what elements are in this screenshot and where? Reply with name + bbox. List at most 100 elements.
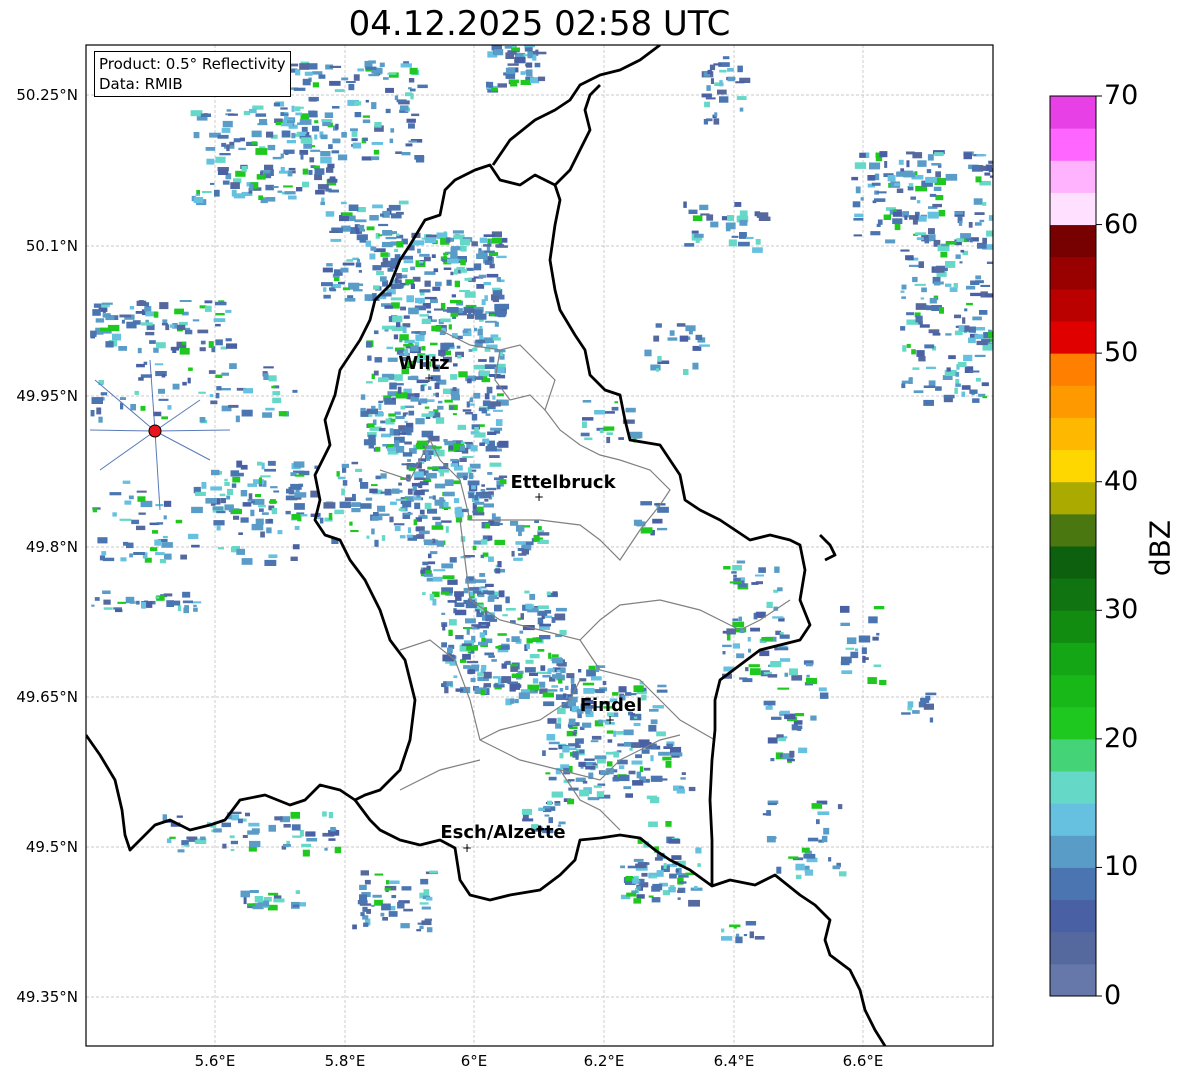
colorbar-bin [1050, 160, 1096, 193]
echo-cell [300, 137, 313, 144]
echo-cell [138, 512, 146, 515]
echo-cell [685, 325, 696, 332]
echo-cell [381, 325, 394, 330]
echo-cell [474, 327, 477, 332]
echo-cell [461, 643, 472, 647]
echo-cell [399, 535, 406, 539]
echo-cell [325, 211, 335, 217]
echo-cell [671, 855, 682, 860]
echo-cell [484, 523, 491, 529]
echo-cell [153, 347, 159, 353]
echo-cell [394, 440, 400, 448]
echo-cell [328, 838, 336, 841]
colorbar-tick-label: 60 [1104, 208, 1139, 240]
echo-cell [452, 413, 457, 416]
echo-cell [688, 786, 696, 792]
echo-cell [633, 898, 642, 904]
echo-cell [555, 723, 562, 729]
echo-cell [819, 692, 829, 699]
echo-cell [904, 172, 915, 178]
echo-cell [453, 675, 458, 679]
echo-cell [606, 432, 614, 435]
echo-cell [117, 601, 127, 604]
echo-cell [984, 293, 993, 298]
echo-cell [921, 287, 927, 293]
echo-cell [510, 665, 518, 672]
echo-cell [652, 705, 664, 709]
echo-cell [466, 660, 479, 664]
echo-cell [568, 718, 576, 725]
echo-cell [379, 427, 386, 432]
echo-cell [158, 398, 169, 401]
echo-cell [492, 287, 501, 291]
echo-cell [318, 74, 326, 79]
echo-cell [486, 487, 497, 491]
echo-cell [310, 149, 321, 152]
echo-cell [447, 647, 453, 654]
echo-cell [119, 314, 132, 318]
colorbar-bin [1050, 899, 1096, 933]
echo-cell [294, 503, 305, 510]
echo-cell [201, 482, 207, 489]
echo-cell [483, 590, 491, 595]
echo-cell [927, 154, 934, 161]
echo-cell [920, 697, 930, 703]
echo-cell [865, 152, 870, 158]
echo-cell [217, 169, 229, 175]
echo-cell [124, 500, 132, 505]
echo-cell [497, 561, 502, 568]
echo-cell [294, 525, 300, 530]
echo-cell [519, 630, 524, 634]
echo-cell [415, 489, 425, 496]
echo-cell [247, 904, 256, 907]
echo-cell [566, 673, 575, 679]
echo-cell [421, 920, 432, 926]
echo-cell [161, 542, 173, 548]
echo-cell [931, 163, 941, 166]
echo-cell [226, 109, 232, 112]
echo-cell [216, 510, 226, 514]
echo-cell [544, 610, 552, 614]
echo-cell [706, 85, 711, 91]
echo-cell [384, 888, 391, 891]
echo-cell [868, 616, 878, 624]
product-info-box: Product: 0.5° Reflectivity Data: RMIB [94, 51, 291, 97]
echo-cell [112, 333, 121, 341]
echo-cell [841, 670, 853, 674]
echo-cell [136, 600, 140, 605]
echo-cell [193, 132, 200, 139]
echo-cell [390, 297, 403, 301]
echo-cell [309, 98, 317, 102]
echo-cell [534, 62, 541, 68]
echo-cell [869, 162, 881, 170]
echo-cell [387, 72, 397, 75]
echo-cell [241, 409, 253, 417]
echo-cell [366, 909, 371, 914]
echo-cell [254, 896, 264, 903]
echo-cell [93, 303, 102, 308]
echo-cell [200, 836, 206, 841]
echo-cell [798, 747, 808, 754]
echo-cell [129, 306, 135, 310]
echo-cell [675, 869, 679, 873]
echo-cell [492, 337, 501, 341]
echo-cell [219, 493, 226, 497]
echo-cell [364, 294, 373, 301]
echo-cell [520, 71, 526, 75]
echo-cell [631, 890, 638, 893]
echo-cell [426, 234, 438, 238]
echo-cell [467, 467, 472, 474]
echo-cell [633, 685, 644, 693]
echo-cell [243, 388, 253, 394]
echo-cell [210, 182, 215, 185]
echo-cell [491, 87, 498, 91]
echo-cell [426, 455, 431, 461]
echo-cell [466, 267, 474, 271]
colorbar-bin [1050, 192, 1096, 226]
echo-cell [242, 502, 252, 507]
echo-cell [968, 326, 976, 333]
echo-cell [380, 252, 389, 257]
echo-cell [354, 101, 362, 106]
echo-cell [447, 258, 459, 264]
echo-cell [763, 700, 776, 706]
